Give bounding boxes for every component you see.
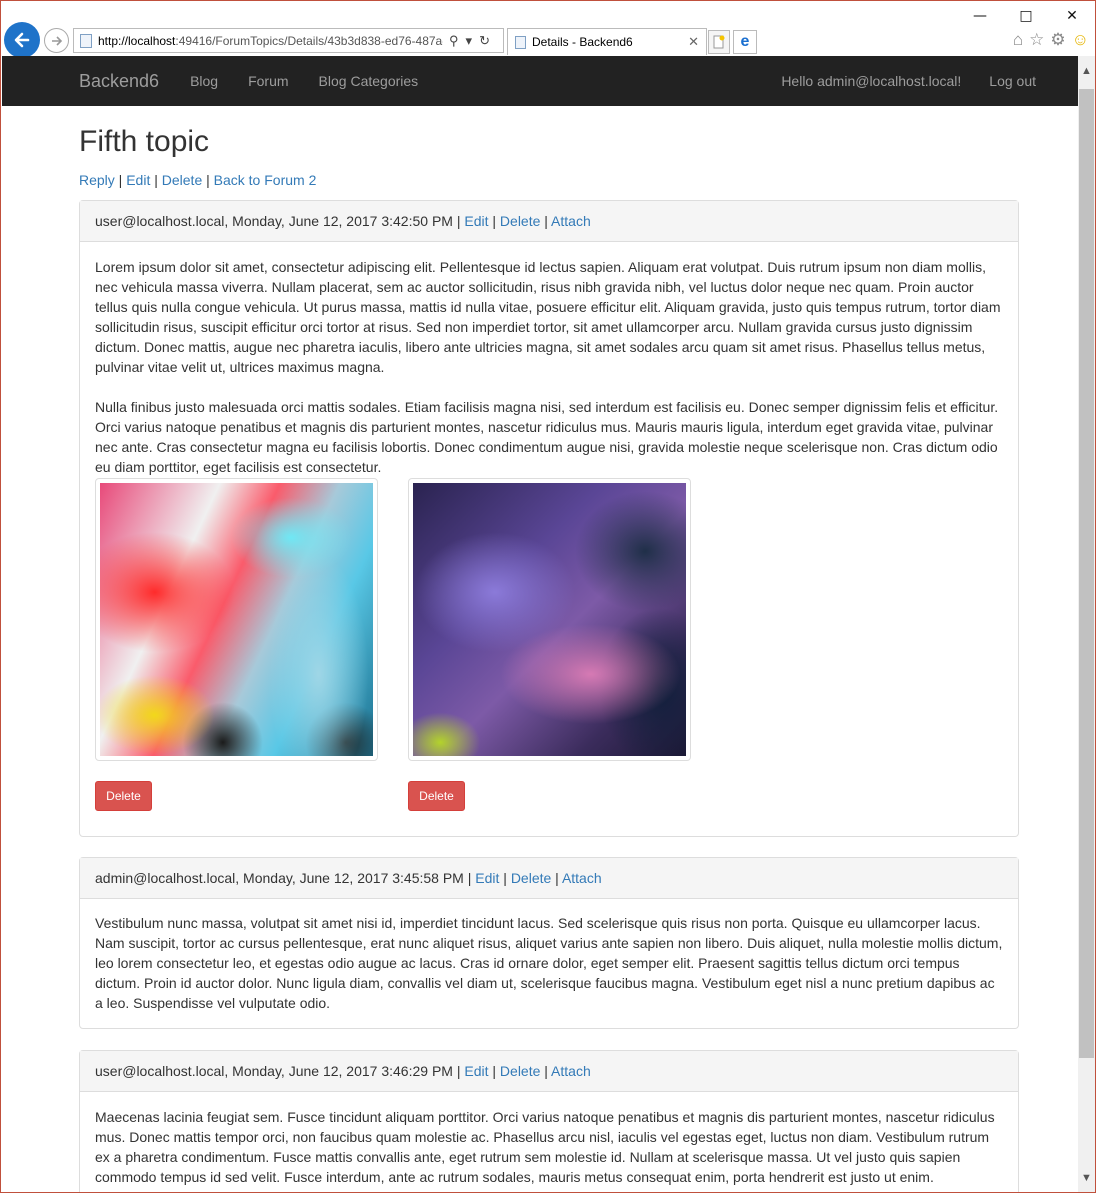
post-delete-link[interactable]: Delete — [500, 213, 540, 229]
attachment-delete-button[interactable]: Delete — [95, 781, 152, 811]
scroll-up-icon[interactable]: ▲ — [1078, 60, 1095, 82]
topic-actions: Reply | Edit | Delete | Back to Forum 2 — [79, 172, 317, 188]
navbar-right: Hello admin@localhost.local! Log out — [781, 73, 1078, 89]
new-tab-icon[interactable] — [708, 30, 730, 54]
tab-close-icon[interactable]: ✕ — [688, 34, 699, 50]
browser-window: — □ ✕ http://localhost:49416/ForumTopics… — [0, 0, 1096, 1193]
edit-topic-link[interactable]: Edit — [126, 172, 150, 188]
browser-tab[interactable]: Details - Backend6 ✕ — [507, 28, 707, 55]
post-paragraph: Lorem ipsum dolor sit amet, consectetur … — [95, 259, 1001, 375]
ie-logo-icon[interactable]: e — [733, 30, 757, 54]
favorites-star-icon[interactable]: ☆ — [1029, 30, 1044, 50]
address-path: :49416/ForumTopics/Details/43b3d838-ed76… — [175, 33, 443, 48]
delete-topic-link[interactable]: Delete — [162, 172, 202, 188]
tab-title: Details - Backend6 — [532, 35, 633, 49]
browser-chrome: — □ ✕ http://localhost:49416/ForumTopics… — [1, 1, 1095, 58]
post-author-date: admin@localhost.local, Monday, June 12, … — [95, 870, 464, 886]
nav-link-forum[interactable]: Forum — [248, 73, 288, 89]
post-attach-link[interactable]: Attach — [551, 1063, 591, 1079]
attachment-item: Delete — [408, 478, 691, 811]
main-content: Fifth topic Reply | Edit | Delete | Back… — [79, 106, 1019, 1192]
attachment-delete-button[interactable]: Delete — [408, 781, 465, 811]
post-body: Lorem ipsum dolor sit amet, consectetur … — [80, 242, 1018, 836]
scroll-down-icon[interactable]: ▼ — [1078, 1167, 1095, 1189]
minimize-icon[interactable]: — — [957, 1, 1003, 31]
page-title: Fifth topic — [79, 125, 210, 158]
dropdown-icon[interactable]: ▾ — [466, 33, 473, 49]
attachment-image — [100, 483, 373, 756]
nav-link-blog[interactable]: Blog — [190, 73, 218, 89]
forward-button[interactable] — [44, 28, 69, 53]
post-edit-link[interactable]: Edit — [464, 1063, 488, 1079]
attachment-item: Delete — [95, 478, 378, 811]
post-body: Maecenas lacinia feugiat sem. Fusce tinc… — [80, 1092, 1018, 1192]
arrow-left-icon — [14, 32, 30, 48]
back-to-forum-link[interactable]: Back to Forum 2 — [214, 172, 317, 188]
post-edit-link[interactable]: Edit — [475, 870, 499, 886]
post-header: user@localhost.local, Monday, June 12, 2… — [80, 201, 1018, 242]
post-header: user@localhost.local, Monday, June 12, 2… — [80, 1051, 1018, 1092]
post-paragraph: Nulla finibus justo malesuada orci matti… — [95, 399, 999, 475]
attachment-thumbnail[interactable] — [408, 478, 691, 761]
nav-link-blog-categories[interactable]: Blog Categories — [319, 73, 419, 89]
post-attach-link[interactable]: Attach — [551, 213, 591, 229]
back-button[interactable] — [4, 22, 40, 58]
post-author-date: user@localhost.local, Monday, June 12, 2… — [95, 213, 453, 229]
address-url: http://localhost:49416/ForumTopics/Detai… — [98, 34, 443, 48]
post-author-date: user@localhost.local, Monday, June 12, 2… — [95, 1063, 453, 1079]
post-header: admin@localhost.local, Monday, June 12, … — [80, 858, 1018, 899]
page-icon — [80, 33, 92, 48]
post-paragraph: Vestibulum nunc massa, volutpat sit amet… — [95, 915, 1003, 1011]
maximize-icon[interactable]: □ — [1003, 1, 1049, 31]
close-icon[interactable]: ✕ — [1049, 1, 1095, 31]
navbar: Backend6 Blog Forum Blog Categories Hell… — [2, 56, 1078, 106]
window-controls: — □ ✕ — [957, 1, 1095, 31]
post-paragraph: Maecenas lacinia feugiat sem. Fusce tinc… — [95, 1109, 995, 1192]
attachments: Delete Delete — [95, 478, 1003, 811]
address-bar[interactable]: http://localhost:49416/ForumTopics/Detai… — [73, 28, 504, 53]
attachment-thumbnail[interactable] — [95, 478, 378, 761]
logout-link[interactable]: Log out — [989, 73, 1036, 89]
greeting-link[interactable]: Hello admin@localhost.local! — [781, 73, 961, 89]
feedback-smiley-icon[interactable]: ☺ — [1072, 30, 1089, 50]
search-icon[interactable]: ⚲ — [449, 33, 459, 49]
post-edit-link[interactable]: Edit — [464, 213, 488, 229]
post-panel: user@localhost.local, Monday, June 12, 2… — [79, 1050, 1019, 1192]
post-delete-link[interactable]: Delete — [511, 870, 551, 886]
scrollbar-thumb[interactable] — [1079, 89, 1094, 1058]
address-host: http://localhost — [98, 33, 176, 48]
post-delete-link[interactable]: Delete — [500, 1063, 540, 1079]
post-body: Vestibulum nunc massa, volutpat sit amet… — [80, 899, 1018, 1028]
post-panel: admin@localhost.local, Monday, June 12, … — [79, 857, 1019, 1029]
brand-link[interactable]: Backend6 — [79, 71, 159, 92]
tab-page-icon — [515, 35, 526, 49]
arrow-right-icon — [51, 35, 62, 46]
refresh-icon[interactable]: ↻ — [479, 33, 490, 49]
vertical-scrollbar[interactable]: ▲ ▼ — [1078, 56, 1095, 1192]
settings-gear-icon[interactable]: ⚙ — [1050, 30, 1065, 50]
post-panel: user@localhost.local, Monday, June 12, 2… — [79, 200, 1019, 837]
address-actions: ⚲ ▾ ↻ — [449, 33, 490, 49]
post-attach-link[interactable]: Attach — [562, 870, 602, 886]
page-viewport: Backend6 Blog Forum Blog Categories Hell… — [2, 56, 1078, 1192]
browser-tools: ⌂ ☆ ⚙ ☺ — [1013, 30, 1089, 50]
home-icon[interactable]: ⌂ — [1013, 30, 1023, 50]
attachment-image — [413, 483, 686, 756]
reply-link[interactable]: Reply — [79, 172, 115, 188]
